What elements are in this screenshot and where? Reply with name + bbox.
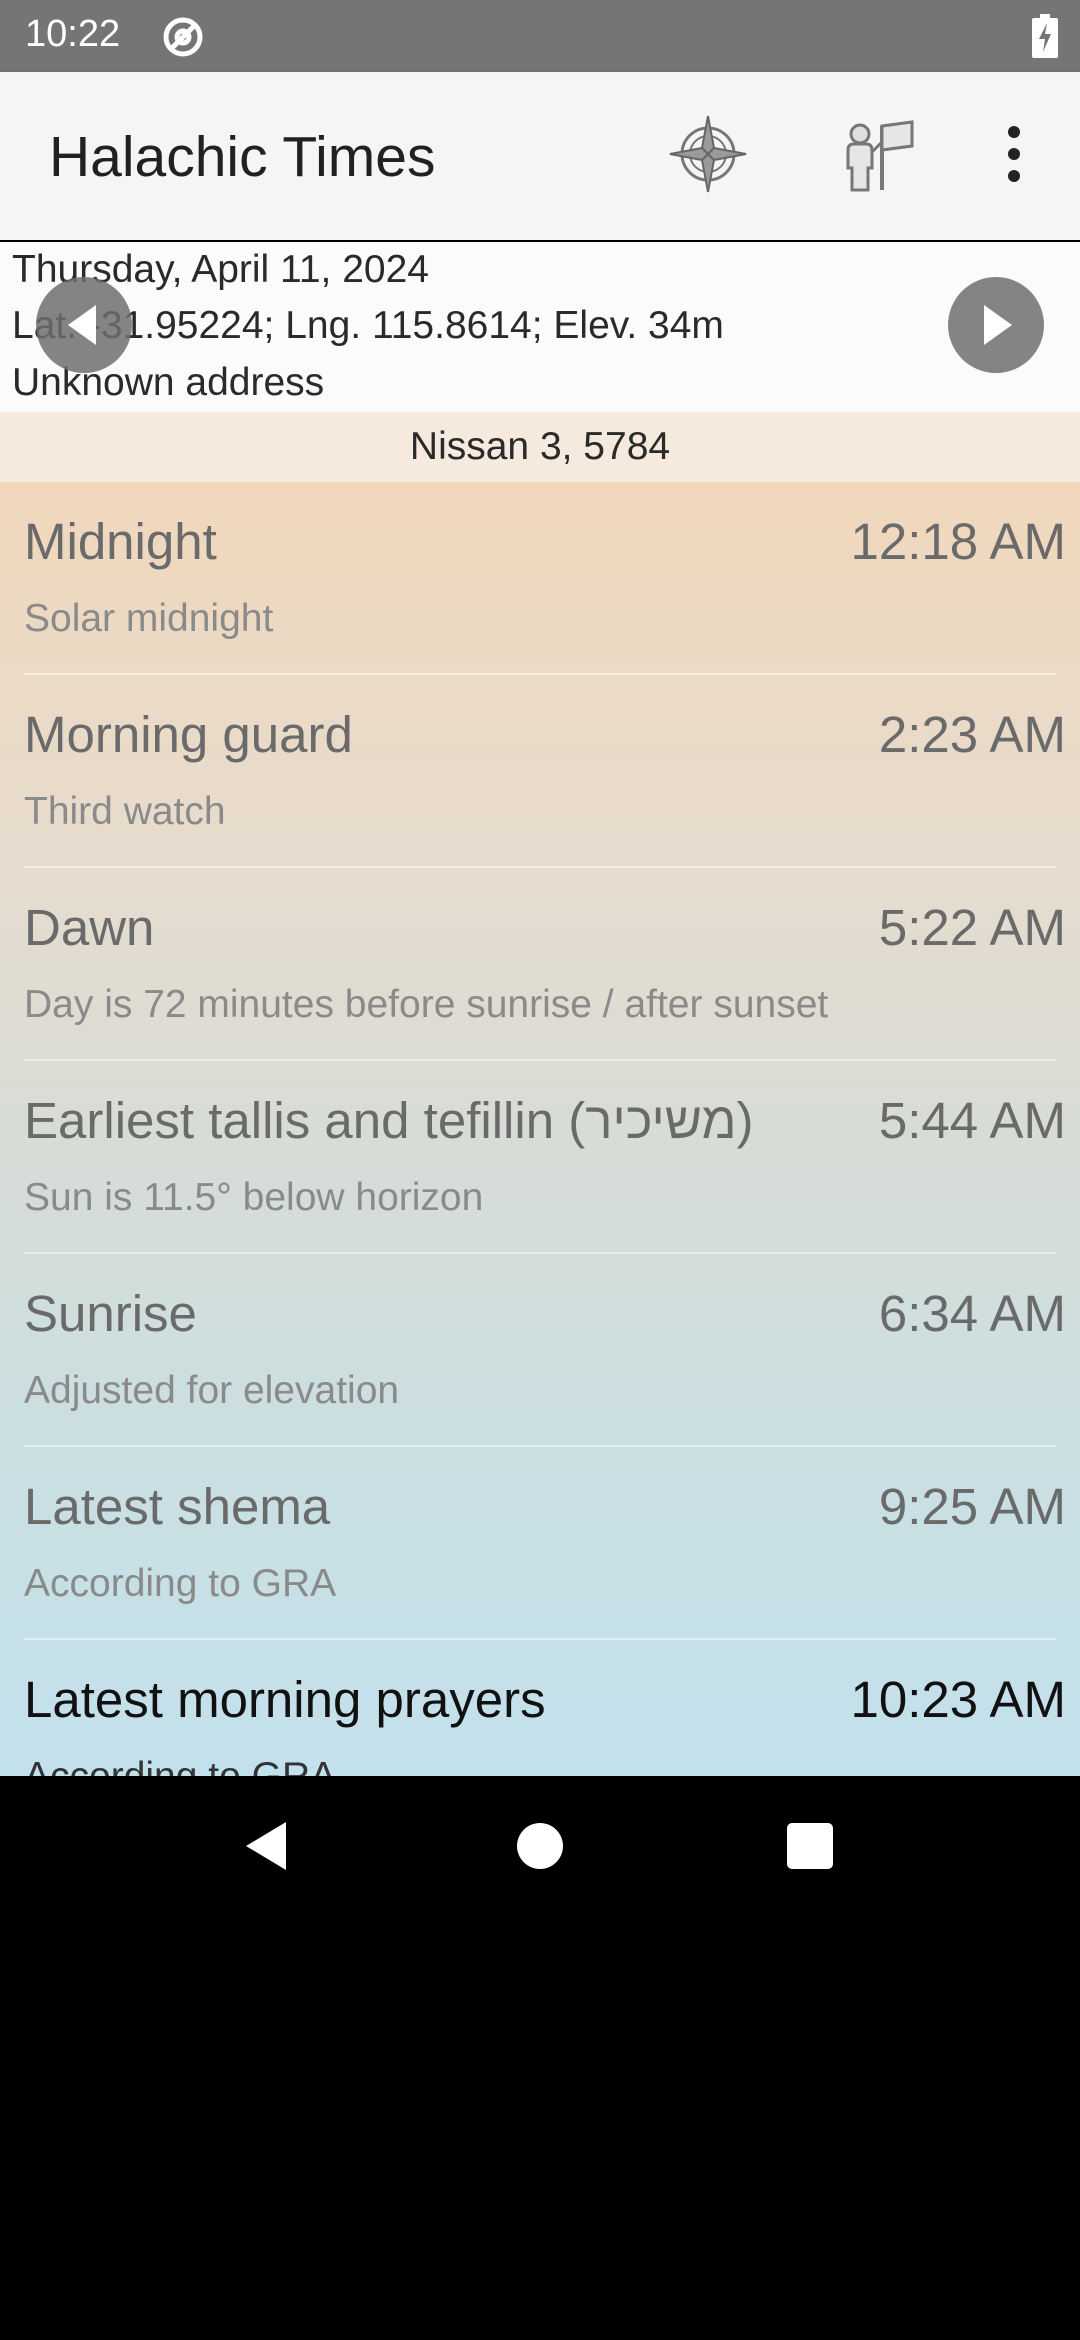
time-value: 9:25 AM [878, 1478, 1066, 1535]
battery-charging-icon [1032, 14, 1058, 58]
more-vert-icon [1008, 126, 1020, 182]
app-title: Halachic Times [49, 125, 436, 189]
time-title: Sunrise [24, 1285, 197, 1342]
time-summary: Sun is 11.5° below horizon [24, 1176, 484, 1219]
compass-location-icon [669, 115, 747, 193]
time-row-latest-morning-prayers[interactable]: Latest morning prayers 10:23 AM Accordin… [0, 1640, 1080, 1776]
status-bar: 10:22 [0, 0, 1080, 72]
time-title: Earliest tallis and tefillin (משיכיר) [24, 1092, 754, 1149]
time-value: 12:18 AM [850, 513, 1066, 570]
times-list[interactable]: Midnight 12:18 AM Solar midnight Morning… [0, 482, 1080, 1776]
time-summary: According to GRA [24, 1755, 336, 1776]
home-icon[interactable] [510, 1816, 570, 1876]
at-sign-icon [163, 17, 203, 57]
next-day-button[interactable] [948, 277, 1044, 373]
back-icon[interactable] [236, 1816, 296, 1876]
time-title: Midnight [24, 513, 217, 570]
time-value: 5:22 AM [878, 899, 1066, 956]
time-row-latest-shema[interactable]: Latest shema 9:25 AM According to GRA [0, 1447, 1080, 1640]
profile-button[interactable] [836, 112, 920, 196]
time-title: Latest morning prayers [24, 1671, 546, 1728]
time-summary: Day is 72 minutes before sunrise / after… [24, 983, 829, 1026]
time-summary: Third watch [24, 790, 226, 833]
time-value: 10:23 AM [850, 1671, 1066, 1728]
app-bar: Halachic Times [0, 72, 1080, 240]
time-title: Dawn [24, 899, 155, 956]
time-title: Morning guard [24, 706, 353, 763]
location-header: Thursday, April 11, 2024 Lat. -31.95224;… [0, 242, 1080, 412]
arrow-right-icon [984, 305, 1012, 345]
time-title: Latest shema [24, 1478, 331, 1535]
time-value: 5:44 AM [878, 1092, 1066, 1149]
status-time: 10:22 [25, 13, 121, 55]
location-button[interactable] [666, 112, 750, 196]
time-row-earliest-tallis[interactable]: Earliest tallis and tefillin (משיכיר) 5:… [0, 1061, 1080, 1254]
time-summary: According to GRA [24, 1562, 337, 1605]
time-row-dawn[interactable]: Dawn 5:22 AM Day is 72 minutes before su… [0, 868, 1080, 1061]
person-flag-icon [846, 120, 914, 192]
time-row-sunrise[interactable]: Sunrise 6:34 AM Adjusted for elevation [0, 1254, 1080, 1447]
time-value: 2:23 AM [878, 706, 1066, 763]
arrow-left-icon [68, 305, 96, 345]
time-row-midnight[interactable]: Midnight 12:18 AM Solar midnight [0, 482, 1080, 675]
system-navigation-bar [0, 1776, 1080, 1916]
time-row-morning-guard[interactable]: Morning guard 2:23 AM Third watch [0, 675, 1080, 868]
more-options-button[interactable] [972, 112, 1056, 196]
previous-day-button[interactable] [36, 277, 132, 373]
time-summary: Adjusted for elevation [24, 1369, 400, 1412]
recents-icon[interactable] [780, 1816, 840, 1876]
time-summary: Solar midnight [24, 597, 274, 640]
time-value: 6:34 AM [878, 1285, 1066, 1342]
hebrew-date: Nissan 3, 5784 [0, 412, 1080, 482]
